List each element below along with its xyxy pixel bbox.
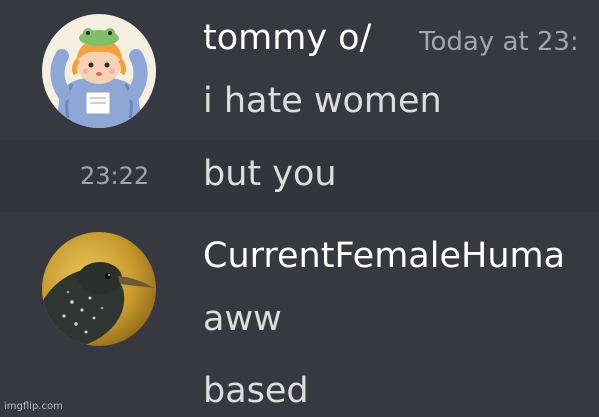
imgflip-watermark: imgflip.com bbox=[4, 401, 63, 412]
message-side-timestamp: 23:22 bbox=[80, 162, 150, 190]
username-currentfemalehuma[interactable]: CurrentFemaleHuma bbox=[203, 239, 565, 274]
chat-panel: tommy o/ Today at 23: i hate women 23:22… bbox=[0, 0, 599, 417]
message-text: based bbox=[203, 371, 309, 411]
message-text: aww bbox=[203, 299, 282, 339]
username-tommy[interactable]: tommy o/ bbox=[203, 21, 371, 56]
starling-bird-avatar-icon bbox=[42, 232, 156, 346]
message-text: i hate women bbox=[203, 81, 442, 121]
message-timestamp: Today at 23: bbox=[419, 27, 579, 57]
cartoon-boy-avatar-icon bbox=[42, 14, 156, 128]
message-text: but you bbox=[203, 154, 337, 194]
avatar-currentfemalehuma[interactable] bbox=[42, 232, 156, 346]
avatar-tommy[interactable] bbox=[42, 14, 156, 128]
